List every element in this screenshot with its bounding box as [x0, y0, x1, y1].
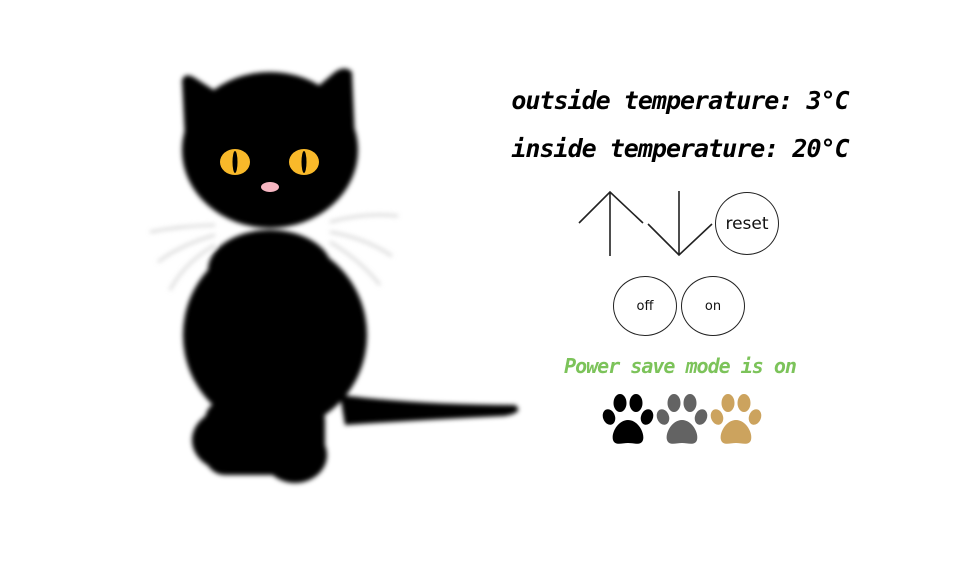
outside-temperature: outside temperature: 3°C — [511, 86, 849, 115]
power-save-status: Power save mode is on — [564, 354, 797, 378]
arrow-down-icon[interactable] — [646, 190, 714, 258]
paw-icon — [656, 394, 708, 444]
cat-nose — [261, 182, 279, 192]
paw-icon — [602, 394, 654, 444]
inside-temperature: inside temperature: 20°C — [511, 134, 849, 163]
on-button[interactable]: on — [681, 276, 745, 336]
off-button[interactable]: off — [613, 276, 677, 336]
arrow-up-icon[interactable] — [577, 190, 645, 258]
cat-illustration — [149, 68, 519, 483]
paw-icon — [710, 394, 762, 444]
reset-button[interactable]: reset — [715, 192, 779, 255]
